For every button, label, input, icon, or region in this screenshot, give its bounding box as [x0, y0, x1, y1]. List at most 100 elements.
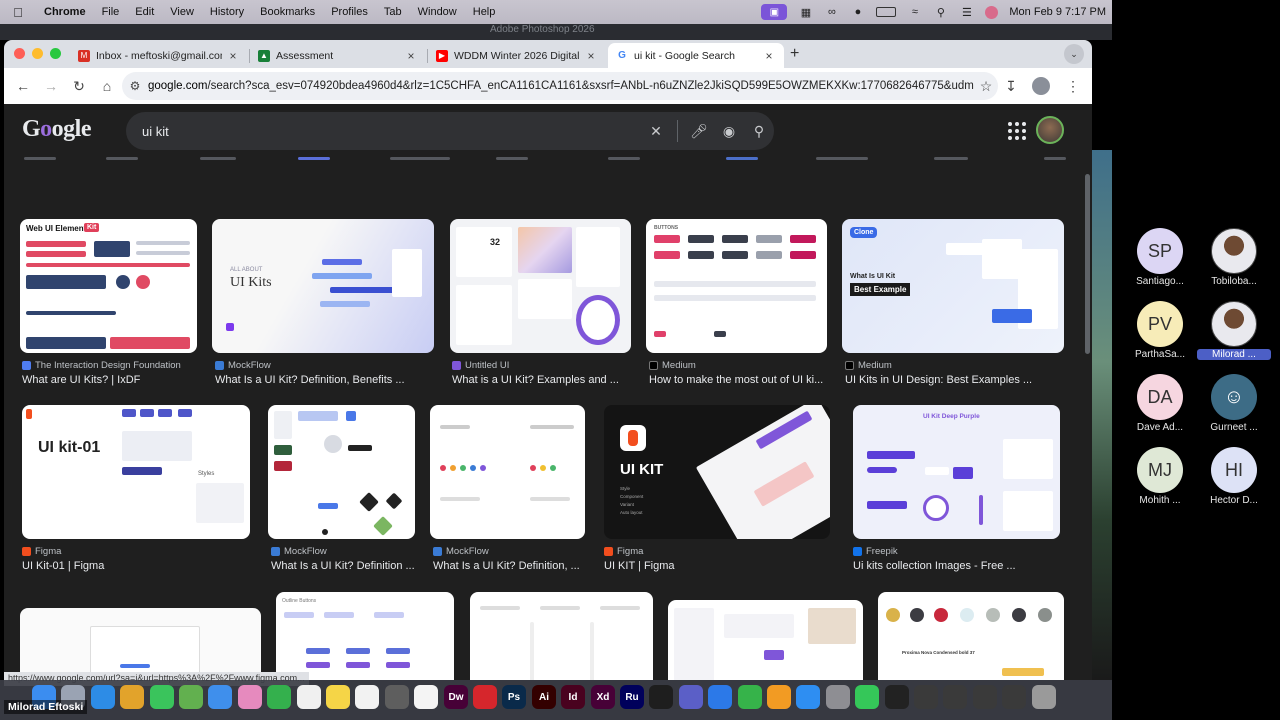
lens-camera-icon[interactable]: ◉	[714, 123, 744, 140]
result-source[interactable]: MockFlow	[215, 360, 271, 371]
menu-tab[interactable]: Tab	[376, 6, 410, 18]
battery-icon[interactable]	[876, 7, 897, 17]
participant-tile[interactable]: HI Hector D...	[1197, 447, 1271, 506]
result-image[interactable]: BUTTONS	[646, 219, 827, 353]
filter-chip[interactable]	[934, 157, 968, 160]
reminders-icon[interactable]	[297, 685, 321, 709]
result-caption[interactable]: How to make the most out of UI ki...	[649, 374, 829, 386]
search-icon[interactable]: ⚲	[744, 123, 774, 140]
result-image[interactable]	[430, 405, 585, 539]
menu-window[interactable]: Window	[410, 6, 465, 18]
back-icon[interactable]: ←	[10, 73, 36, 99]
more-menu-icon[interactable]: ⋮	[1060, 73, 1086, 99]
menu-view[interactable]: View	[162, 6, 202, 18]
url-text[interactable]: google.com/search?sca_esv=074920bdea4960…	[148, 80, 974, 92]
microphone-icon[interactable]: 🎤︎	[684, 123, 714, 140]
filter-chip[interactable]	[608, 157, 640, 160]
tab-gmail[interactable]: M Inbox - meftoski@gmail.com ×	[70, 43, 248, 68]
new-tab-icon[interactable]: +	[790, 45, 799, 63]
filter-chip[interactable]	[298, 157, 330, 160]
search-input[interactable]: ui kit	[126, 124, 641, 139]
result-image[interactable]: Clone What Is UI Kit Best Example	[842, 219, 1064, 353]
menu-chrome[interactable]: Chrome	[36, 6, 94, 18]
teams-icon[interactable]	[679, 685, 703, 709]
result-source[interactable]: Figma	[604, 546, 643, 557]
result-caption[interactable]: UI Kits in UI Design: Best Examples ...	[845, 374, 1065, 386]
participant-tile[interactable]: Milorad ...	[1197, 301, 1271, 360]
appstore-icon[interactable]	[796, 685, 820, 709]
result-image[interactable]: 32	[450, 219, 631, 353]
google-account-avatar[interactable]	[1036, 116, 1064, 144]
filter-chip[interactable]	[106, 157, 138, 160]
figma-icon[interactable]	[649, 685, 673, 709]
minimize-window-icon[interactable]	[32, 48, 43, 59]
filter-chip[interactable]	[24, 157, 56, 160]
apple-icon[interactable]: 	[0, 5, 36, 20]
result-source[interactable]: Freepik	[853, 546, 898, 557]
menu-clock[interactable]: Mon Feb 9 7:17 PM	[1009, 6, 1106, 18]
forward-icon[interactable]: →	[38, 73, 64, 99]
photoshop-icon[interactable]: Ps	[502, 685, 526, 709]
result-caption[interactable]: Ui kits collection Images - Free ...	[853, 560, 1060, 572]
google-apps-icon[interactable]	[1008, 122, 1026, 140]
home-icon[interactable]: ⌂	[94, 73, 120, 99]
filter-chip[interactable]	[1044, 157, 1066, 160]
result-caption[interactable]: What Is a UI Kit? Definition, Benefits .…	[215, 374, 435, 386]
indesign-icon[interactable]: Id	[561, 685, 585, 709]
tab-assessment[interactable]: ▲ Assessment ×	[250, 43, 426, 68]
result-caption[interactable]: What is a UI Kit? Examples and ...	[452, 374, 632, 386]
reload-icon[interactable]: ↻	[66, 73, 92, 99]
result-image[interactable]	[20, 608, 261, 680]
menu-profiles[interactable]: Profiles	[323, 6, 376, 18]
result-source[interactable]: Medium	[649, 360, 696, 371]
filter-chip[interactable]	[816, 157, 868, 160]
spotlight-search-icon[interactable]: ⚲	[933, 6, 948, 19]
page-scrollbar[interactable]	[1085, 174, 1090, 354]
pages-doc-icon[interactable]	[767, 685, 791, 709]
photos-icon[interactable]	[238, 685, 262, 709]
mail-icon[interactable]	[208, 685, 232, 709]
xd-icon[interactable]: Xd	[591, 685, 615, 709]
filter-chip[interactable]	[496, 157, 528, 160]
filter-chip[interactable]	[200, 157, 236, 160]
profile-avatar[interactable]	[1032, 77, 1050, 95]
result-source[interactable]: MockFlow	[433, 546, 489, 557]
teams-status-icon[interactable]: ▦	[798, 6, 813, 19]
facetime-icon[interactable]	[267, 685, 291, 709]
participant-tile[interactable]: ☺ Gurneet ...	[1197, 374, 1271, 433]
close-tab-icon[interactable]: ×	[226, 49, 240, 63]
menu-bookmarks[interactable]: Bookmarks	[252, 6, 323, 18]
close-tab-icon[interactable]: ×	[404, 49, 418, 63]
result-caption[interactable]: UI KIT | Figma	[604, 560, 830, 572]
google-logo[interactable]: Google	[22, 116, 92, 143]
close-tab-icon[interactable]: ×	[584, 49, 598, 63]
result-caption[interactable]: What Is a UI Kit? Definition ...	[271, 560, 417, 572]
result-image[interactable]: Outline Buttons	[276, 592, 454, 680]
cursor-app-icon[interactable]	[885, 685, 909, 709]
tab-youtube[interactable]: ▶ WDDM Winter 2026 Digital D ×	[428, 43, 606, 68]
messages-icon[interactable]	[150, 685, 174, 709]
trash-icon[interactable]	[1032, 685, 1056, 709]
search-box[interactable]: ui kit ✕ 🎤︎ ◉ ⚲	[126, 112, 774, 150]
menu-help[interactable]: Help	[465, 6, 504, 18]
participant-tile[interactable]: DA Dave Ad...	[1123, 374, 1197, 433]
keynote-icon[interactable]	[708, 685, 732, 709]
result-image[interactable]: Web UI Elements Kit	[20, 219, 197, 353]
result-source[interactable]: Untitled UI	[452, 360, 509, 371]
creative-cloud-icon[interactable]: ∞	[824, 6, 839, 19]
wifi-icon[interactable]: ≈	[907, 6, 922, 19]
bookmark-star-icon[interactable]: ☆	[974, 78, 998, 95]
siri-icon[interactable]	[985, 5, 999, 19]
freeform-icon[interactable]	[414, 685, 438, 709]
zoom-window-icon[interactable]	[50, 48, 61, 59]
result-image[interactable]: Proxima Nova Condensed bold 37	[878, 592, 1064, 680]
maps-icon[interactable]	[179, 685, 203, 709]
participant-tile[interactable]: PV ParthaSa...	[1123, 301, 1197, 360]
dreamweaver-icon[interactable]: Dw	[444, 685, 468, 709]
filter-chip[interactable]	[726, 157, 758, 160]
chrome-icon[interactable]	[120, 685, 144, 709]
result-image[interactable]	[668, 600, 863, 680]
close-window-icon[interactable]	[14, 48, 25, 59]
acrobat-icon[interactable]	[473, 685, 497, 709]
participant-tile[interactable]: Tobiloba...	[1197, 228, 1271, 287]
